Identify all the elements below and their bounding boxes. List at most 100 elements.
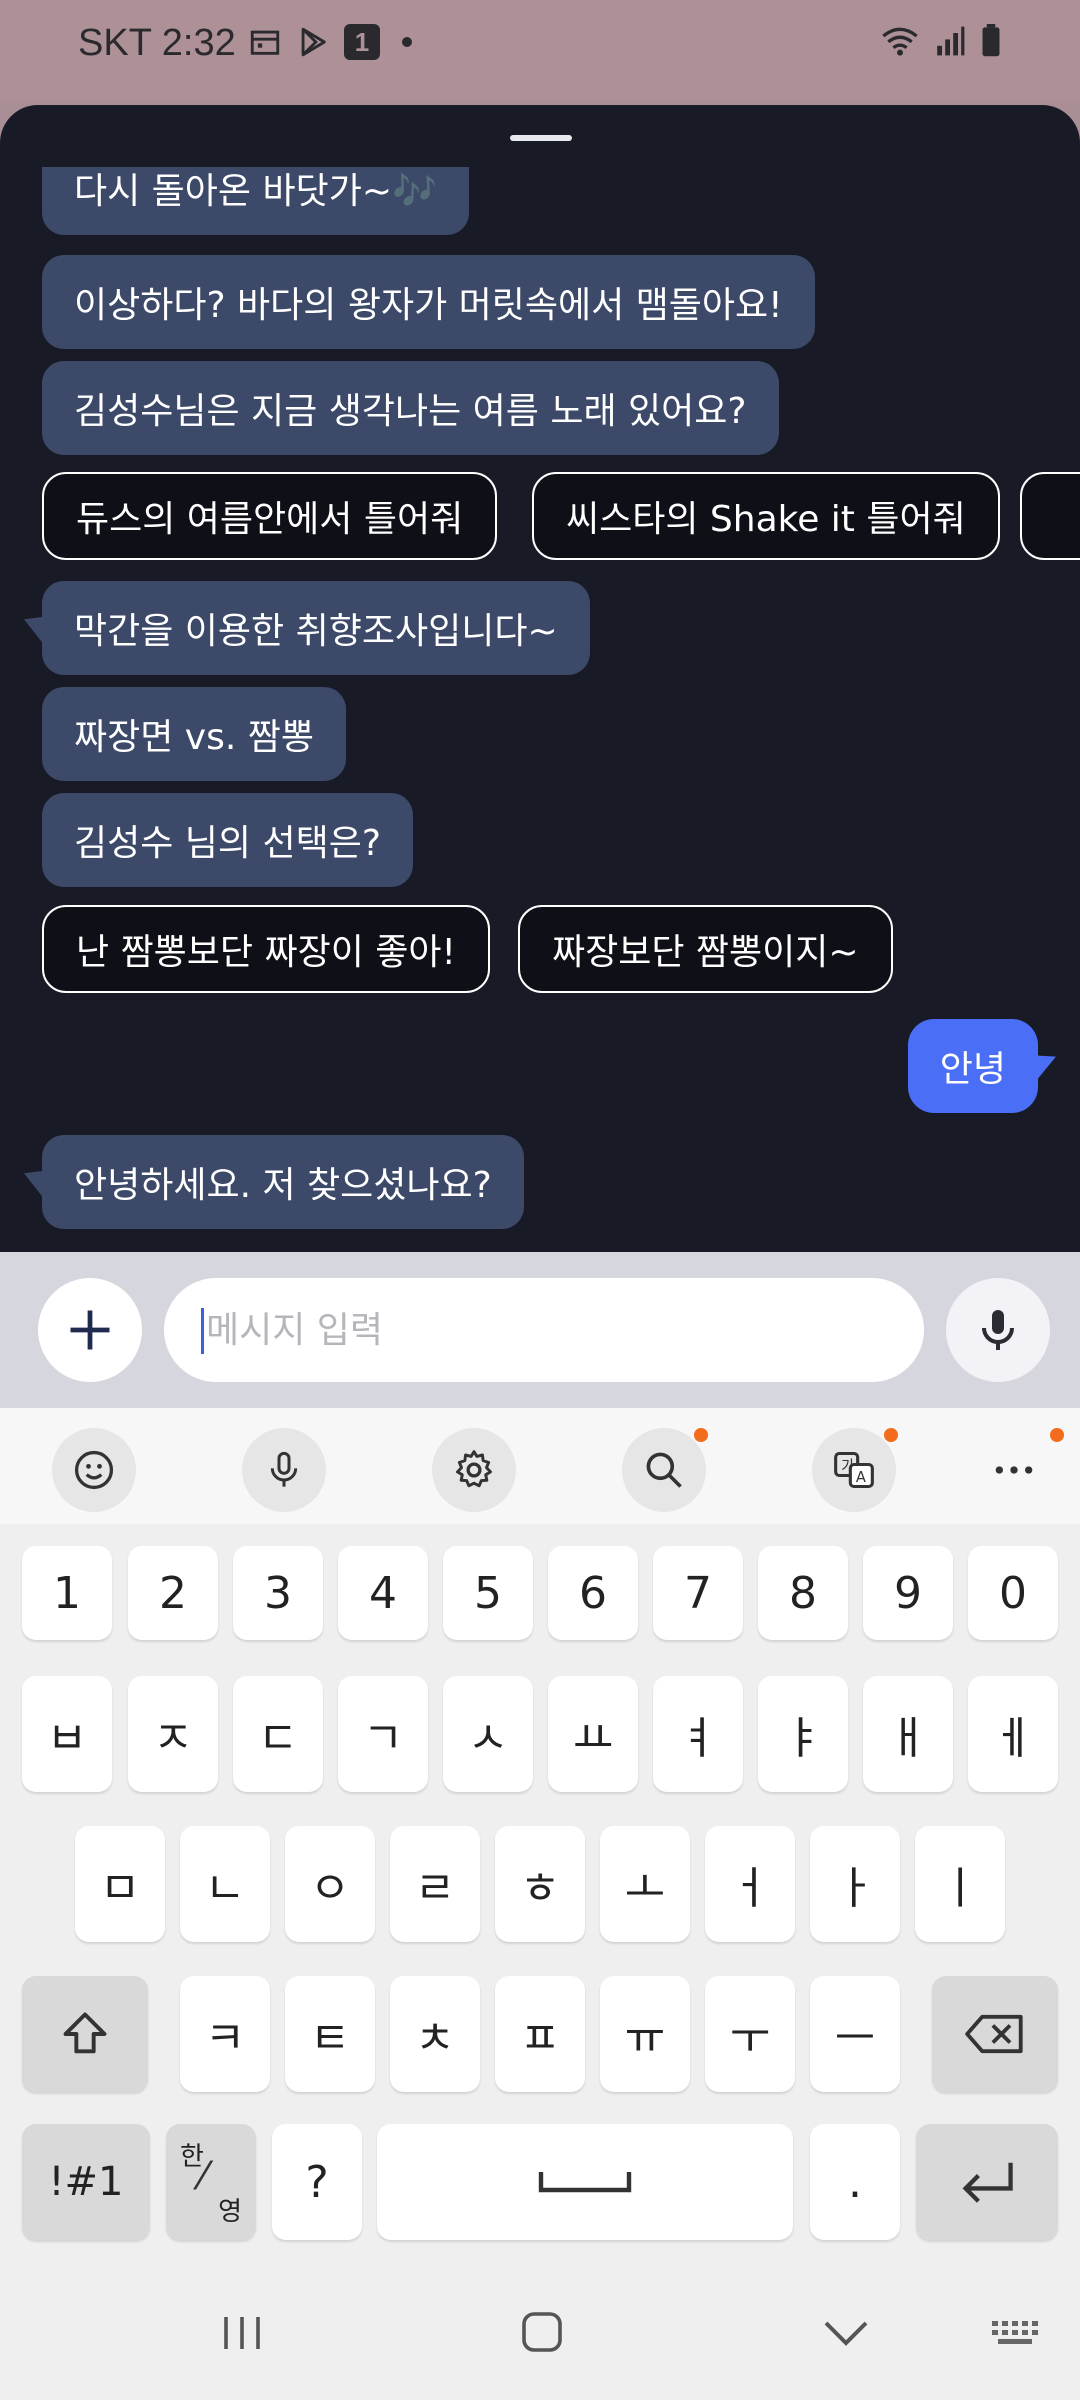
key-giyeok[interactable]: ㄱ — [338, 1676, 428, 1792]
lang-separator: ⁄ — [200, 2154, 207, 2198]
notification-dot — [884, 1428, 898, 1442]
backspace-key[interactable] — [932, 1976, 1058, 2092]
key-a[interactable]: ㅏ — [810, 1826, 900, 1942]
suggestion-chip[interactable]: 난 짬뽕보단 짜장이 좋아! — [42, 905, 490, 993]
key-6[interactable]: 6 — [548, 1546, 638, 1640]
search-button[interactable] — [622, 1428, 708, 1512]
status-notification-icons: 1 — [248, 24, 412, 60]
suggestion-chip[interactable]: 씨스타의 Shake it 틀어줘 — [532, 472, 1000, 560]
key-jieut[interactable]: ㅈ — [128, 1676, 218, 1792]
language-switch-key[interactable]: 한 ⁄ 영 — [166, 2124, 256, 2240]
suggestion-chip-overflow[interactable] — [1020, 472, 1080, 560]
svg-text:A: A — [856, 1469, 866, 1486]
chevron-down-icon[interactable] — [822, 2318, 870, 2348]
key-e[interactable]: ㅔ — [968, 1676, 1058, 1792]
translate-button[interactable]: 가A — [812, 1428, 898, 1512]
shift-icon — [63, 2012, 107, 2054]
voice-input-button[interactable] — [946, 1278, 1050, 1382]
user-message: 안녕 — [907, 1019, 1038, 1113]
key-u[interactable]: ㅜ — [705, 1976, 795, 2092]
key-o[interactable]: ㅗ — [600, 1826, 690, 1942]
message-input-bar — [0, 1252, 1080, 1408]
home-icon[interactable] — [520, 2310, 564, 2354]
more-notifications-icon — [402, 37, 412, 47]
key-9[interactable]: 9 — [863, 1546, 953, 1640]
notification-dot — [1050, 1428, 1064, 1442]
lang-english-label: 영 — [218, 2197, 242, 2227]
key-4[interactable]: 4 — [338, 1546, 428, 1640]
period-key[interactable]: . — [810, 2124, 900, 2240]
chat-sheet: 다시 돌아온 바닷가~🎶 이상하다? 바다의 왕자가 머릿속에서 맴돌아요! 김… — [0, 105, 1080, 1252]
notification-dot — [694, 1428, 708, 1442]
microphone-icon — [270, 1451, 298, 1487]
shift-key[interactable] — [22, 1976, 148, 2092]
translate-icon: 가A — [834, 1451, 874, 1489]
key-yeo[interactable]: ㅕ — [653, 1676, 743, 1792]
calendar-icon — [250, 30, 280, 55]
status-time: SKT 2:32 — [78, 22, 236, 64]
more-options-button[interactable] — [972, 1428, 1064, 1512]
voice-typing-button[interactable] — [242, 1428, 326, 1512]
suggestion-chip[interactable]: 듀스의 여름안에서 틀어줘 — [42, 472, 498, 560]
key-digeut[interactable]: ㄷ — [233, 1676, 323, 1792]
key-i[interactable]: ㅣ — [915, 1826, 1005, 1942]
key-eo[interactable]: ㅓ — [705, 1826, 795, 1942]
key-bieup[interactable]: ㅂ — [22, 1676, 112, 1792]
enter-key[interactable] — [916, 2124, 1058, 2240]
text-cursor — [201, 1308, 204, 1354]
key-rieul[interactable]: ㄹ — [390, 1826, 480, 1942]
key-ae[interactable]: ㅐ — [863, 1676, 953, 1792]
message-input[interactable] — [164, 1278, 924, 1382]
key-nieun[interactable]: ㄴ — [180, 1826, 270, 1942]
battery-icon — [982, 24, 1000, 57]
suggestion-chip[interactable]: 짜장보단 짬뽕이지~ — [518, 905, 893, 993]
key-ya[interactable]: ㅑ — [758, 1676, 848, 1792]
gear-icon — [456, 1450, 492, 1488]
key-chieut[interactable]: ㅊ — [390, 1976, 480, 2092]
bot-message: 막간을 이용한 취향조사입니다~ — [42, 581, 590, 675]
key-8[interactable]: 8 — [758, 1546, 848, 1640]
keyboard-toolbar: 가A — [0, 1408, 1080, 1524]
key-7[interactable]: 7 — [653, 1546, 743, 1640]
key-hieut[interactable]: ㅎ — [495, 1826, 585, 1942]
key-ieung[interactable]: ㅇ — [285, 1826, 375, 1942]
notification-count-icon: 1 — [344, 24, 380, 60]
bot-message: 이상하다? 바다의 왕자가 머릿속에서 맴돌아요! — [42, 255, 815, 349]
bot-message: 다시 돌아온 바닷가~🎶 — [42, 167, 469, 235]
emoji-button[interactable] — [52, 1428, 136, 1512]
more-icon — [995, 1466, 1033, 1474]
key-mieum[interactable]: ㅁ — [75, 1826, 165, 1942]
keyboard-settings-button[interactable] — [432, 1428, 516, 1512]
navigation-bar — [0, 2262, 1080, 2400]
plus-icon — [70, 1310, 110, 1350]
emoji-icon — [74, 1450, 114, 1490]
backspace-icon — [965, 2014, 1023, 2054]
enter-icon — [962, 2162, 1013, 2203]
wifi-icon — [882, 27, 918, 56]
key-0[interactable]: 0 — [968, 1546, 1058, 1640]
signal-icon — [937, 26, 965, 56]
key-pieup[interactable]: ㅍ — [495, 1976, 585, 2092]
key-yo[interactable]: ㅛ — [548, 1676, 638, 1792]
question-key[interactable]: ? — [272, 2124, 362, 2240]
key-1[interactable]: 1 — [22, 1546, 112, 1640]
key-tieut[interactable]: ㅌ — [285, 1976, 375, 2092]
sheet-drag-handle[interactable] — [510, 135, 572, 141]
key-yu[interactable]: ㅠ — [600, 1976, 690, 2092]
add-attachment-button[interactable] — [38, 1278, 142, 1382]
space-key[interactable] — [377, 2124, 793, 2240]
status-bar: SKT 2:32 1 — [0, 0, 1080, 100]
key-eu[interactable]: ㅡ — [810, 1976, 900, 2092]
key-2[interactable]: 2 — [128, 1546, 218, 1640]
bot-message: 김성수님은 지금 생각나는 여름 노래 있어요? — [42, 361, 779, 455]
symbols-key[interactable]: !#1 — [22, 2124, 150, 2240]
key-kieuk[interactable]: ㅋ — [180, 1976, 270, 2092]
key-3[interactable]: 3 — [233, 1546, 323, 1640]
chat-message-list[interactable]: 다시 돌아온 바닷가~🎶 이상하다? 바다의 왕자가 머릿속에서 맴돌아요! 김… — [0, 167, 1080, 1252]
bot-message: 짜장면 vs. 짬뽕 — [42, 687, 346, 781]
key-siot[interactable]: ㅅ — [443, 1676, 533, 1792]
key-5[interactable]: 5 — [443, 1546, 533, 1640]
recent-apps-icon[interactable] — [220, 2312, 264, 2354]
search-icon — [646, 1452, 682, 1488]
keyboard-icon[interactable] — [990, 2318, 1042, 2348]
